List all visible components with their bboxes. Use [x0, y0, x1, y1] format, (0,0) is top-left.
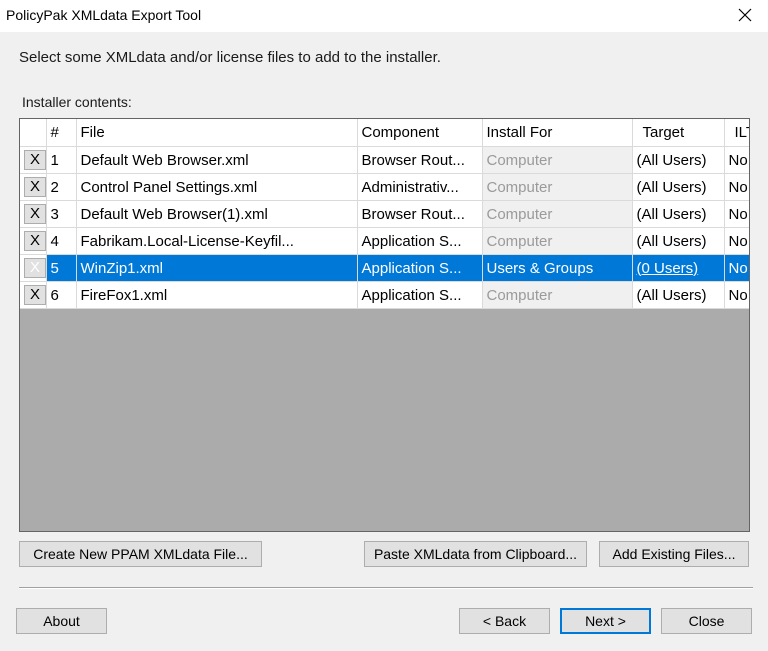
component-cell: Browser Rout... [357, 146, 483, 174]
target-link[interactable]: (0 Users) [637, 260, 699, 277]
column-header-number[interactable]: # [46, 119, 77, 147]
row-number: 2 [46, 173, 77, 201]
row-number: 4 [46, 227, 77, 255]
ilt-cell: No [724, 146, 749, 174]
ilt-cell: No [724, 254, 749, 282]
ilt-cell: No [724, 200, 749, 228]
file-cell: FireFox1.xml [76, 281, 358, 309]
installer-contents-label: Installer contents: [22, 94, 132, 110]
column-header-target[interactable]: Target [632, 119, 725, 147]
table-row[interactable]: X 4 Fabrikam.Local-License-Keyfil... App… [20, 227, 749, 255]
close-window-button[interactable] [722, 0, 768, 30]
separator-line [19, 587, 753, 589]
table-row[interactable]: X 1 Default Web Browser.xml Browser Rout… [20, 146, 749, 174]
file-cell: Control Panel Settings.xml [76, 173, 358, 201]
create-new-xmldata-button[interactable]: Create New PPAM XMLdata File... [19, 541, 262, 567]
table-row[interactable]: X 6 FireFox1.xml Application S... Comput… [20, 281, 749, 309]
back-button[interactable]: < Back [459, 608, 550, 634]
installer-contents-grid[interactable]: # File Component Install For Target ILT … [19, 118, 750, 532]
column-header-install-for[interactable]: Install For [482, 119, 633, 147]
ilt-cell: No [724, 281, 749, 309]
installer-contents-table: # File Component Install For Target ILT … [20, 119, 749, 309]
column-header-component[interactable]: Component [357, 119, 483, 147]
table-row[interactable]: X 3 Default Web Browser(1).xml Browser R… [20, 200, 749, 228]
add-existing-files-button[interactable]: Add Existing Files... [599, 541, 749, 567]
table-row-selected[interactable]: X 5 WinZip1.xml Application S... Users &… [20, 254, 749, 282]
target-cell: (All Users) [632, 200, 725, 228]
column-header-file[interactable]: File [76, 119, 358, 147]
dialog-body: Select some XMLdata and/or license files… [0, 32, 768, 651]
row-number: 5 [46, 254, 77, 282]
remove-row-button[interactable]: X [24, 231, 45, 251]
component-cell: Administrativ... [357, 173, 483, 201]
file-cell: Default Web Browser.xml [76, 146, 358, 174]
file-cell: Fabrikam.Local-License-Keyfil... [76, 227, 358, 255]
remove-row-button[interactable]: X [24, 258, 45, 278]
title-bar: PolicyPak XMLdata Export Tool [0, 0, 768, 32]
next-button[interactable]: Next > [560, 608, 651, 634]
ilt-cell: No [724, 227, 749, 255]
remove-row-button[interactable]: X [24, 204, 45, 224]
about-button[interactable]: About [16, 608, 107, 634]
remove-row-button[interactable]: X [24, 177, 45, 197]
row-number: 6 [46, 281, 77, 309]
install-for-cell: Computer [482, 200, 633, 228]
row-number: 3 [46, 200, 77, 228]
install-for-cell: Computer [482, 227, 633, 255]
target-cell: (All Users) [632, 281, 725, 309]
file-cell: WinZip1.xml [76, 254, 358, 282]
window-title: PolicyPak XMLdata Export Tool [6, 7, 202, 23]
install-for-cell[interactable]: Users & Groups [482, 254, 633, 282]
target-cell: (All Users) [632, 173, 725, 201]
grid-header-row: # File Component Install For Target ILT [20, 119, 749, 147]
close-button[interactable]: Close [661, 608, 752, 634]
file-cell: Default Web Browser(1).xml [76, 200, 358, 228]
close-icon [738, 8, 752, 22]
remove-row-button[interactable]: X [24, 150, 45, 170]
paste-from-clipboard-button[interactable]: Paste XMLdata from Clipboard... [364, 541, 587, 567]
component-cell: Application S... [357, 227, 483, 255]
install-for-cell: Computer [482, 146, 633, 174]
column-header-remove[interactable] [20, 119, 47, 147]
target-cell: (All Users) [632, 227, 725, 255]
column-header-ilt[interactable]: ILT [724, 119, 749, 147]
instruction-text: Select some XMLdata and/or license files… [19, 49, 441, 66]
remove-row-button[interactable]: X [24, 285, 45, 305]
table-row[interactable]: X 2 Control Panel Settings.xml Administr… [20, 173, 749, 201]
component-cell: Browser Rout... [357, 200, 483, 228]
component-cell: Application S... [357, 254, 483, 282]
target-cell: (All Users) [632, 146, 725, 174]
row-number: 1 [46, 146, 77, 174]
install-for-cell: Computer [482, 173, 633, 201]
install-for-cell: Computer [482, 281, 633, 309]
ilt-cell: No [724, 173, 749, 201]
component-cell: Application S... [357, 281, 483, 309]
